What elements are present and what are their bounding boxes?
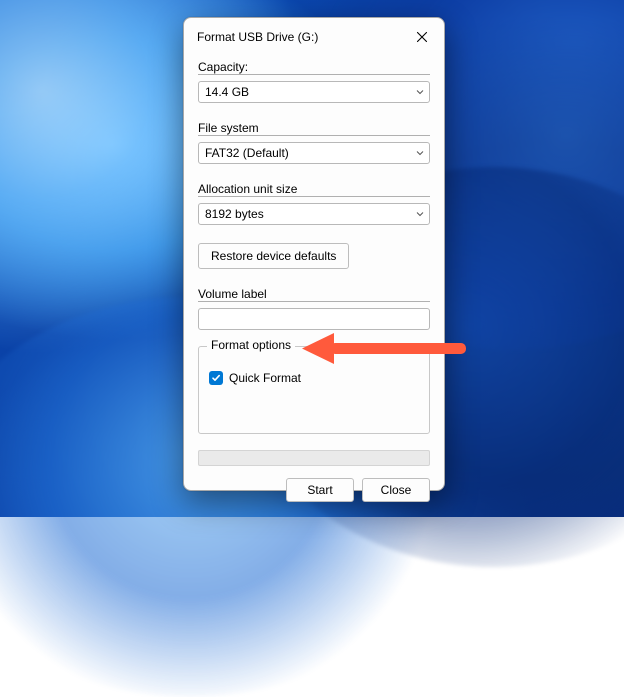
start-button[interactable]: Start [286,478,354,502]
format-options-group: Format options Quick Format [198,346,430,434]
allocation-select[interactable]: 8192 bytes [198,203,430,225]
capacity-label: Capacity: [198,60,430,75]
restore-defaults-label: Restore device defaults [211,249,336,263]
window-title: Format USB Drive (G:) [197,30,318,44]
volume-label-input[interactable] [198,308,430,330]
capacity-value: 14.4 GB [205,85,249,99]
filesystem-select[interactable]: FAT32 (Default) [198,142,430,164]
quick-format-row[interactable]: Quick Format [209,371,419,385]
check-icon [211,373,221,383]
capacity-select[interactable]: 14.4 GB [198,81,430,103]
chevron-down-icon [416,150,424,156]
volume-label-label: Volume label [198,287,430,302]
filesystem-label: File system [198,121,430,136]
start-button-label: Start [307,483,332,497]
filesystem-value: FAT32 (Default) [205,146,289,160]
chevron-down-icon [416,89,424,95]
dialog-body: Capacity: 14.4 GB File system FAT32 (Def… [184,52,444,466]
format-dialog: Format USB Drive (G:) Capacity: 14.4 GB … [183,17,445,491]
chevron-down-icon [416,211,424,217]
window-close-button[interactable] [408,26,436,48]
progress-bar [198,450,430,466]
dialog-footer: Start Close [184,466,444,516]
restore-defaults-button[interactable]: Restore device defaults [198,243,349,269]
allocation-label: Allocation unit size [198,182,430,197]
close-button-label: Close [381,483,412,497]
titlebar: Format USB Drive (G:) [184,18,444,52]
close-icon [416,31,428,43]
quick-format-label: Quick Format [229,371,301,385]
allocation-value: 8192 bytes [205,207,264,221]
quick-format-checkbox[interactable] [209,371,223,385]
format-options-legend: Format options [207,338,295,352]
close-button[interactable]: Close [362,478,430,502]
